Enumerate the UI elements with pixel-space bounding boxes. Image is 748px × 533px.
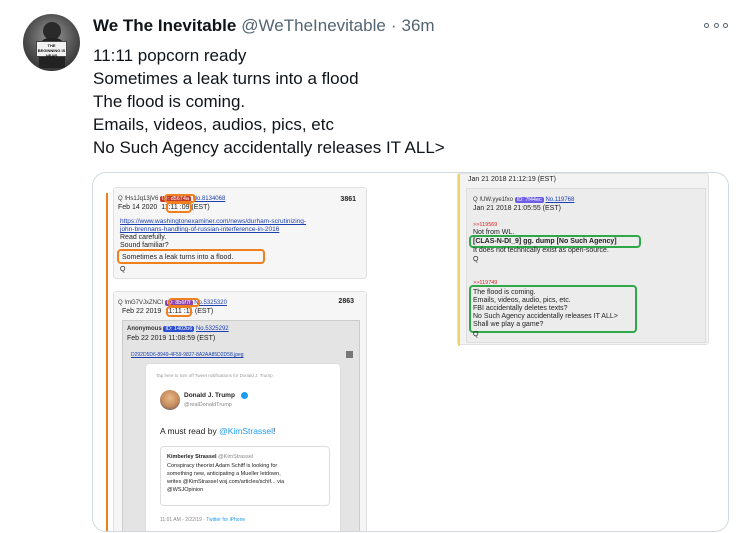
quote-line: something new, anticipating a Mueller le… (167, 471, 281, 477)
embed-footer-app: Twitter for iPhone (206, 517, 246, 523)
more-dot (723, 22, 728, 28)
notify-text: Tap here to turn off Tweet notifications… (156, 373, 273, 378)
more-options-icon[interactable] (704, 15, 728, 35)
q-post-3: Jan 21 2018 21:12:19 (EST) Q !UW.yye1fxo… (457, 173, 709, 346)
user-handle[interactable]: @WeTheInevitable (241, 16, 386, 36)
tweet-header: We The Inevitable @WeTheInevitable · 36m (93, 15, 435, 37)
quoted-anon-post: Anonymous ID: 1402b6 No.5325292 Feb 22 2… (122, 320, 360, 531)
post-line: It does not technically exist as open-so… (473, 247, 609, 254)
quote-line: Conspiracy theorist Adam Schiff is looki… (167, 463, 278, 469)
post-date: Feb 22 2019 (122, 308, 162, 315)
orange-box-time (166, 202, 192, 213)
separator-dot: · (390, 16, 397, 35)
post-number-link: No.119768 (545, 197, 575, 203)
trump-avatar (160, 390, 180, 410)
embedded-tweet-screenshot: Tap here to turn off Tweet notifications… (145, 363, 341, 531)
quote-name: Kimberley Strassel (167, 454, 217, 460)
post-date: Jan 21 2018 21:05:55 (EST) (473, 205, 561, 212)
tweet-time[interactable]: 36m (401, 16, 434, 36)
post-reply-link: >>119569 (473, 222, 498, 228)
tweet[interactable]: THE BEGINNING IS NEAR We The Inevitable … (0, 0, 748, 533)
embed-text-prefix: A must read by (160, 426, 220, 436)
quote-handle: @KimStrassel (218, 454, 253, 460)
post-date: Feb 14 2020 (118, 204, 158, 211)
post-signature: Q (473, 331, 479, 338)
anon-number-link: No.5325292 (195, 326, 229, 332)
tweet-line: The flood is coming. (93, 92, 246, 111)
post-count: 3861 (340, 196, 356, 203)
orange-box-highlight (117, 249, 265, 264)
tweet-image[interactable]: Q !Hs1Jq13jV6 ID: d5674a No.8134068 3861… (92, 172, 729, 532)
expand-icon (346, 351, 353, 358)
q-post-1: Q !Hs1Jq13jV6 ID: d5674a No.8134068 3861… (113, 187, 367, 279)
orange-box-id (168, 298, 200, 307)
embed-footer-time: 11:01 AM - 2/22/19 · (160, 517, 207, 523)
q-post-2: Q !mG7VJxZNCI ID: 8b6f7f No.5325320 2863… (113, 291, 367, 531)
post-count: 2863 (338, 298, 354, 305)
more-dot (704, 22, 709, 28)
post-id: ID: 7f44ec (514, 197, 544, 203)
orange-box-id (164, 194, 196, 203)
embed-quote-card: Kimberley Strassel @KimStrassel Conspira… (160, 446, 330, 506)
tweet-text: 11:11 popcorn ready Sometimes a leak tur… (93, 44, 445, 159)
post-link: john-brennans-handling-of-russian-interf… (120, 226, 280, 233)
post-line: Read carefully. (120, 234, 167, 241)
anon-file-link: D292D5D6-8949-4F59-9827-8A2AA85D2D58.jpe… (131, 352, 244, 358)
yellow-connector-line (458, 174, 460, 346)
quote-line: writes @KimStrassel wsj.com/articles/sch… (167, 479, 285, 485)
display-name[interactable]: We The Inevitable (93, 16, 236, 36)
orange-connector-line (106, 193, 108, 531)
tweet-line: No Such Agency accidentally releases IT … (93, 138, 445, 157)
post-number-link: No.8134068 (192, 196, 226, 202)
header-date: Jan 21 2018 21:12:19 (EST) (468, 176, 556, 183)
anon-name: Anonymous (127, 326, 162, 332)
avatar-sign: THE BEGINNING IS NEAR (36, 41, 67, 58)
post-meta: Q !UW.yye1fxo (473, 197, 514, 203)
post-link: https://www.washingtonexaminer.com/news/… (120, 218, 307, 225)
post-signature: Q (473, 256, 479, 263)
avatar[interactable]: THE BEGINNING IS NEAR (23, 14, 80, 71)
tweet-line: Emails, videos, audios, pics, etc (93, 115, 334, 134)
post-meta: Q !mG7VJxZNCI (118, 300, 164, 306)
embed-text-suffix: ! (273, 426, 276, 436)
inner-post: Q !UW.yye1fxo ID: 7f44ec No.119768 Jan 2… (466, 188, 706, 343)
anon-date: Feb 22 2019 11:08:59 (EST) (127, 335, 216, 342)
anon-id: ID: 1402b6 (163, 326, 195, 332)
tweet-line: Sometimes a leak turns into a flood (93, 69, 359, 88)
embed-handle: @realDonaldTrump (184, 402, 232, 408)
post-meta: Q !Hs1Jq13jV6 (118, 196, 159, 202)
verified-icon (241, 392, 248, 399)
green-box-flood (469, 285, 637, 333)
post-signature: Q (120, 266, 126, 273)
embed-name: Donald J. Trump (184, 392, 235, 399)
embed-mention: @KimStrassel (219, 426, 274, 436)
quote-line: @WSJOpinion (167, 487, 204, 493)
more-dot (713, 22, 719, 28)
orange-box-time (166, 306, 192, 317)
tweet-line: 11:11 popcorn ready (93, 46, 247, 65)
